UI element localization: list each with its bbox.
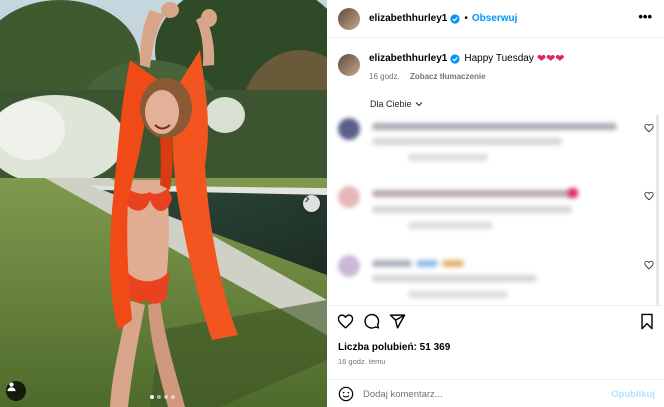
comment-filter-label: Dla Ciebie — [370, 99, 412, 109]
carousel-dot — [157, 395, 161, 399]
verified-badge-icon — [450, 13, 460, 24]
post-caption: elizabethhurley1 Happy Tuesday ❤❤❤ 16 go… — [338, 52, 565, 81]
post-header: elizabethhurley1 • Obserwuj ••• — [327, 0, 664, 38]
comment-avatar — [338, 118, 360, 140]
author-username[interactable]: elizabethhurley1 — [369, 13, 447, 24]
more-options-icon[interactable]: ••• — [638, 10, 652, 23]
caption-hearts: ❤❤❤ — [536, 53, 565, 65]
comment-avatar — [338, 186, 360, 208]
tag-people-icon — [7, 382, 16, 392]
follow-button[interactable]: Obserwuj — [472, 13, 518, 24]
caption-avatar[interactable] — [338, 54, 360, 76]
post-timestamp: 16 godz. temu — [338, 357, 386, 366]
next-arrow-icon — [305, 195, 310, 203]
likes-count[interactable]: Liczba polubień: 51 369 — [338, 342, 450, 353]
next-photo-button[interactable] — [303, 195, 320, 212]
comment-like-icon[interactable] — [644, 123, 654, 133]
separator-dot: • — [464, 13, 468, 24]
share-icon[interactable] — [389, 313, 406, 330]
caption-text: Happy Tuesday — [464, 53, 534, 64]
comment-like-icon[interactable] — [644, 260, 654, 270]
blurred-comment — [338, 186, 658, 230]
caption-username[interactable]: elizabethhurley1 — [369, 53, 447, 64]
comment-like-icon[interactable] — [644, 191, 654, 201]
post-photo-illustration — [0, 0, 327, 407]
post-details-panel: elizabethhurley1 • Obserwuj ••• elizabet… — [327, 0, 664, 407]
chevron-down-icon — [415, 102, 422, 107]
publish-comment-button[interactable]: Opublikuj — [611, 389, 655, 400]
like-icon[interactable] — [337, 313, 354, 330]
tagged-people-button[interactable] — [6, 381, 26, 401]
emoji-icon[interactable] — [338, 386, 354, 402]
translate-link[interactable]: Zobacz tłumaczenie — [410, 72, 486, 81]
comment-filter-dropdown[interactable]: Dla Ciebie — [370, 99, 423, 109]
add-comment-bar: Opublikuj — [327, 379, 664, 407]
blurred-comment — [338, 255, 658, 299]
caption-time: 16 godz. — [369, 72, 400, 81]
post-image[interactable] — [0, 0, 327, 407]
carousel-dot — [171, 395, 175, 399]
carousel-indicator — [150, 395, 175, 399]
comment-icon[interactable] — [363, 313, 380, 330]
comment-avatar — [338, 255, 360, 277]
author-avatar[interactable] — [338, 7, 360, 30]
verified-badge-icon — [450, 53, 460, 64]
carousel-dot — [164, 395, 168, 399]
save-icon[interactable] — [639, 313, 655, 330]
post-actions: Liczba polubień: 51 369 16 godz. temu Op… — [327, 305, 664, 407]
carousel-dot — [150, 395, 154, 399]
blurred-comment — [338, 118, 658, 162]
comments-scrollbar[interactable] — [656, 115, 659, 305]
comment-input[interactable] — [363, 388, 593, 400]
